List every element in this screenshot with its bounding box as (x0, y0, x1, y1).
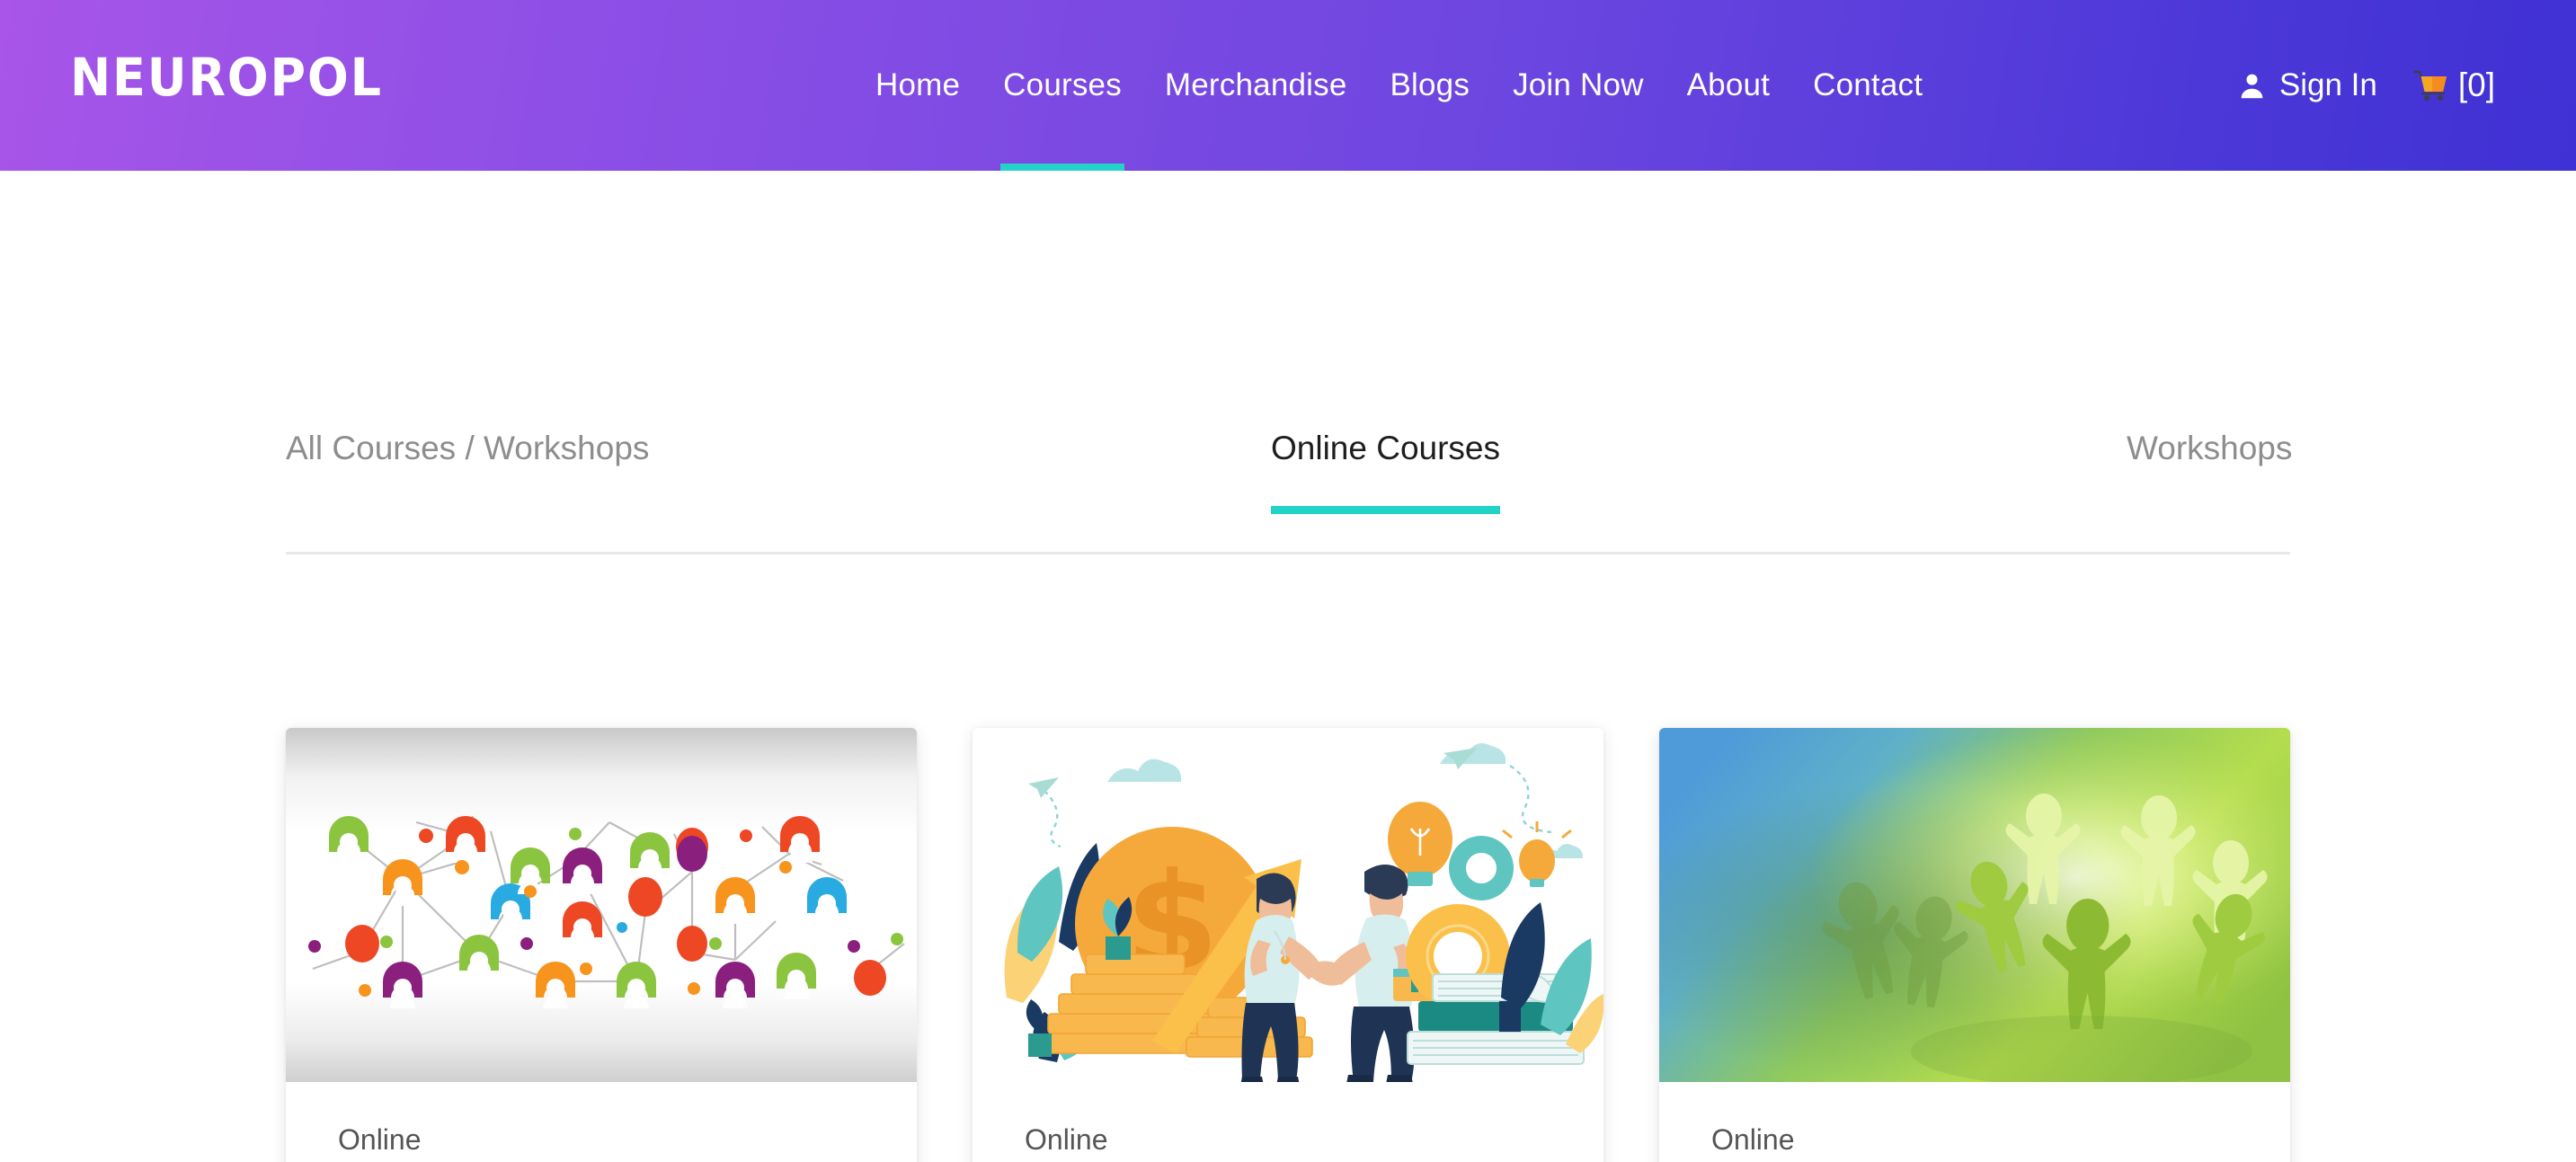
nav-label: About (1686, 67, 1771, 102)
nav-label: Courses (1003, 67, 1122, 102)
course-image-paper-people-circle (1659, 728, 2290, 1082)
header-actions: Sign In [0] (2217, 0, 2576, 171)
nav-label: Join Now (1513, 67, 1644, 102)
tab-underline (2127, 506, 2292, 514)
course-card-body: Online Starting Your Own Non-Profit Orga… (1659, 1082, 2290, 1162)
tab-label: All Courses / Workshops (286, 430, 650, 466)
nav-label: Merchandise (1164, 67, 1347, 102)
nav-item-home[interactable]: Home (854, 0, 982, 171)
course-card-body: Online Building Sustainable Business Par… (973, 1082, 1603, 1162)
cart-count-label: [0] (2457, 67, 2495, 103)
course-filter-tabs: All Courses / Workshops Online Courses W… (286, 430, 2292, 555)
tab-label: Online Courses (1271, 430, 1501, 466)
nav-label: Contact (1813, 67, 1923, 102)
course-card-grid: Online Become A Master Networker (286, 728, 2292, 1162)
nav-item-about[interactable]: About (1666, 0, 1791, 171)
nav-item-blogs[interactable]: Blogs (1369, 0, 1492, 171)
tab-workshops[interactable]: Workshops (2127, 430, 2292, 530)
sign-in-label: Sign In (2278, 67, 2377, 102)
course-image-business-handshake: $ (973, 728, 1603, 1082)
course-mode: Online (1025, 1123, 1108, 1156)
nav-item-contact[interactable]: Contact (1791, 0, 1944, 171)
nav-label: Blogs (1390, 67, 1470, 102)
tab-underline (286, 506, 649, 514)
people-network-illustration (286, 728, 917, 1082)
tab-all-courses-workshops[interactable]: All Courses / Workshops (286, 430, 649, 530)
nav-label: Home (875, 67, 961, 102)
course-card[interactable]: Online Starting Your Own Non-Profit Orga… (1659, 728, 2290, 1162)
user-icon (2241, 74, 2263, 98)
logo[interactable]: NEUROPOL (70, 47, 383, 108)
sign-in-button[interactable]: Sign In (2217, 67, 2397, 103)
course-card-body: Online Become A Master Networker (286, 1082, 917, 1162)
tab-online-courses[interactable]: Online Courses (1271, 430, 1501, 530)
course-mode: Online (1711, 1123, 1795, 1156)
site-header: NEUROPOL Home Courses Merchandise Blogs … (0, 0, 2576, 171)
paper-people-circle-photo (1659, 728, 2290, 1082)
course-card[interactable]: $ Online (973, 728, 1603, 1162)
tabs-divider (286, 552, 2290, 554)
shopping-cart-icon (2412, 70, 2447, 102)
cart-button[interactable]: [0] (2397, 67, 2515, 104)
tab-label: Workshops (2127, 430, 2293, 466)
nav-item-join-now[interactable]: Join Now (1491, 0, 1666, 171)
main-nav: Home Courses Merchandise Blogs Join Now … (854, 0, 1944, 171)
nav-item-merchandise[interactable]: Merchandise (1143, 0, 1369, 171)
nav-item-courses[interactable]: Courses (982, 0, 1143, 171)
business-handshake-illustration: $ (973, 728, 1603, 1082)
course-mode: Online (338, 1123, 422, 1156)
tab-underline (1271, 506, 1501, 514)
course-card[interactable]: Online Become A Master Networker (286, 728, 917, 1162)
course-image-people-network (286, 728, 917, 1082)
